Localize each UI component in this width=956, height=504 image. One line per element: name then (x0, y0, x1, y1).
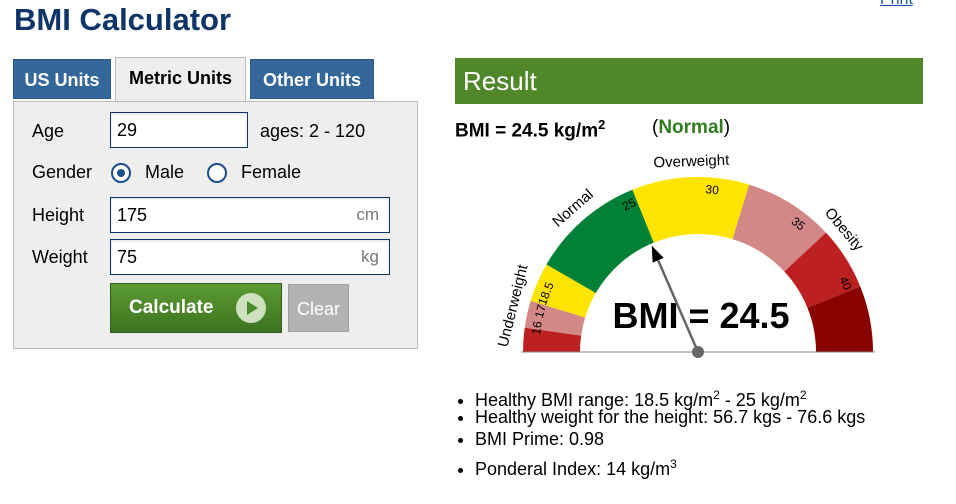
tick-label-16: 16 (529, 320, 545, 336)
page-title: BMI Calculator (14, 2, 232, 37)
weight-label: Weight (32, 247, 88, 267)
bmi-gauge: UnderweightNormalOverweightObesity161718… (495, 152, 875, 358)
healthy-weight: Healthy weight for the height: 56.7 kgs … (475, 406, 865, 428)
gender-male-label[interactable]: Male (145, 162, 184, 183)
bmi-result-exp: 2 (598, 117, 606, 132)
tab-other-units[interactable]: Other Units (250, 59, 374, 99)
tab-metric-units[interactable]: Metric Units (115, 57, 246, 101)
weight-input[interactable]: 75 kg (110, 239, 390, 275)
result-header: Result (455, 58, 923, 104)
print-link[interactable]: Print (880, 0, 913, 9)
bmi-result: BMI = 24.5 kg/m2 (455, 117, 605, 142)
gender-label: Gender (32, 162, 93, 182)
ponderal-index: Ponderal Index: 14 kg/m3 (475, 453, 865, 479)
healthy-bmi-range: Healthy BMI range: 18.5 kg/m2 - 25 kg/m2 (475, 384, 865, 410)
bmi-category: (Normal) (652, 117, 731, 138)
weight-value: 75 (117, 247, 138, 267)
healthy-range-exp-b: 2 (799, 388, 807, 402)
ponderal-text: Ponderal Index: 14 kg/m (475, 459, 671, 479)
weight-unit: kg (361, 247, 379, 266)
bmi-prime: BMI Prime: 0.98 (475, 428, 865, 450)
bmi-result-text: BMI = 24.5 kg/m (455, 120, 599, 142)
tick-label-30: 30 (705, 182, 720, 197)
ponderal-exp: 3 (670, 457, 677, 471)
play-icon (236, 293, 266, 323)
needle-arrowhead (651, 245, 664, 263)
label-overweight: Overweight (653, 152, 730, 172)
age-value: 29 (117, 120, 138, 140)
height-label: Height (32, 205, 85, 225)
gender-female-label[interactable]: Female (241, 162, 301, 183)
age-hint: ages: 2 - 120 (260, 121, 366, 141)
calculate-label: Calculate (129, 297, 214, 318)
radio-male[interactable] (111, 163, 131, 183)
age-input[interactable]: 29 (110, 112, 248, 148)
needle-hub (692, 346, 704, 358)
height-value: 175 (117, 205, 148, 225)
height-input[interactable]: 175 cm (110, 197, 390, 233)
calculate-button[interactable]: Calculate (110, 283, 282, 333)
clear-button[interactable]: Clear (288, 284, 349, 332)
result-details: Healthy BMI range: 18.5 kg/m2 - 25 kg/m2… (455, 384, 865, 479)
height-unit: cm (356, 205, 379, 224)
age-label: Age (32, 121, 65, 141)
radio-female[interactable] (207, 163, 227, 183)
tab-us-units[interactable]: US Units (13, 59, 111, 99)
gauge-bmi-display: BMI = 24.5 (612, 295, 789, 336)
healthy-range-exp-a: 2 (713, 388, 720, 402)
bmi-category-value: Normal (658, 117, 724, 138)
band-overweight (632, 177, 750, 243)
